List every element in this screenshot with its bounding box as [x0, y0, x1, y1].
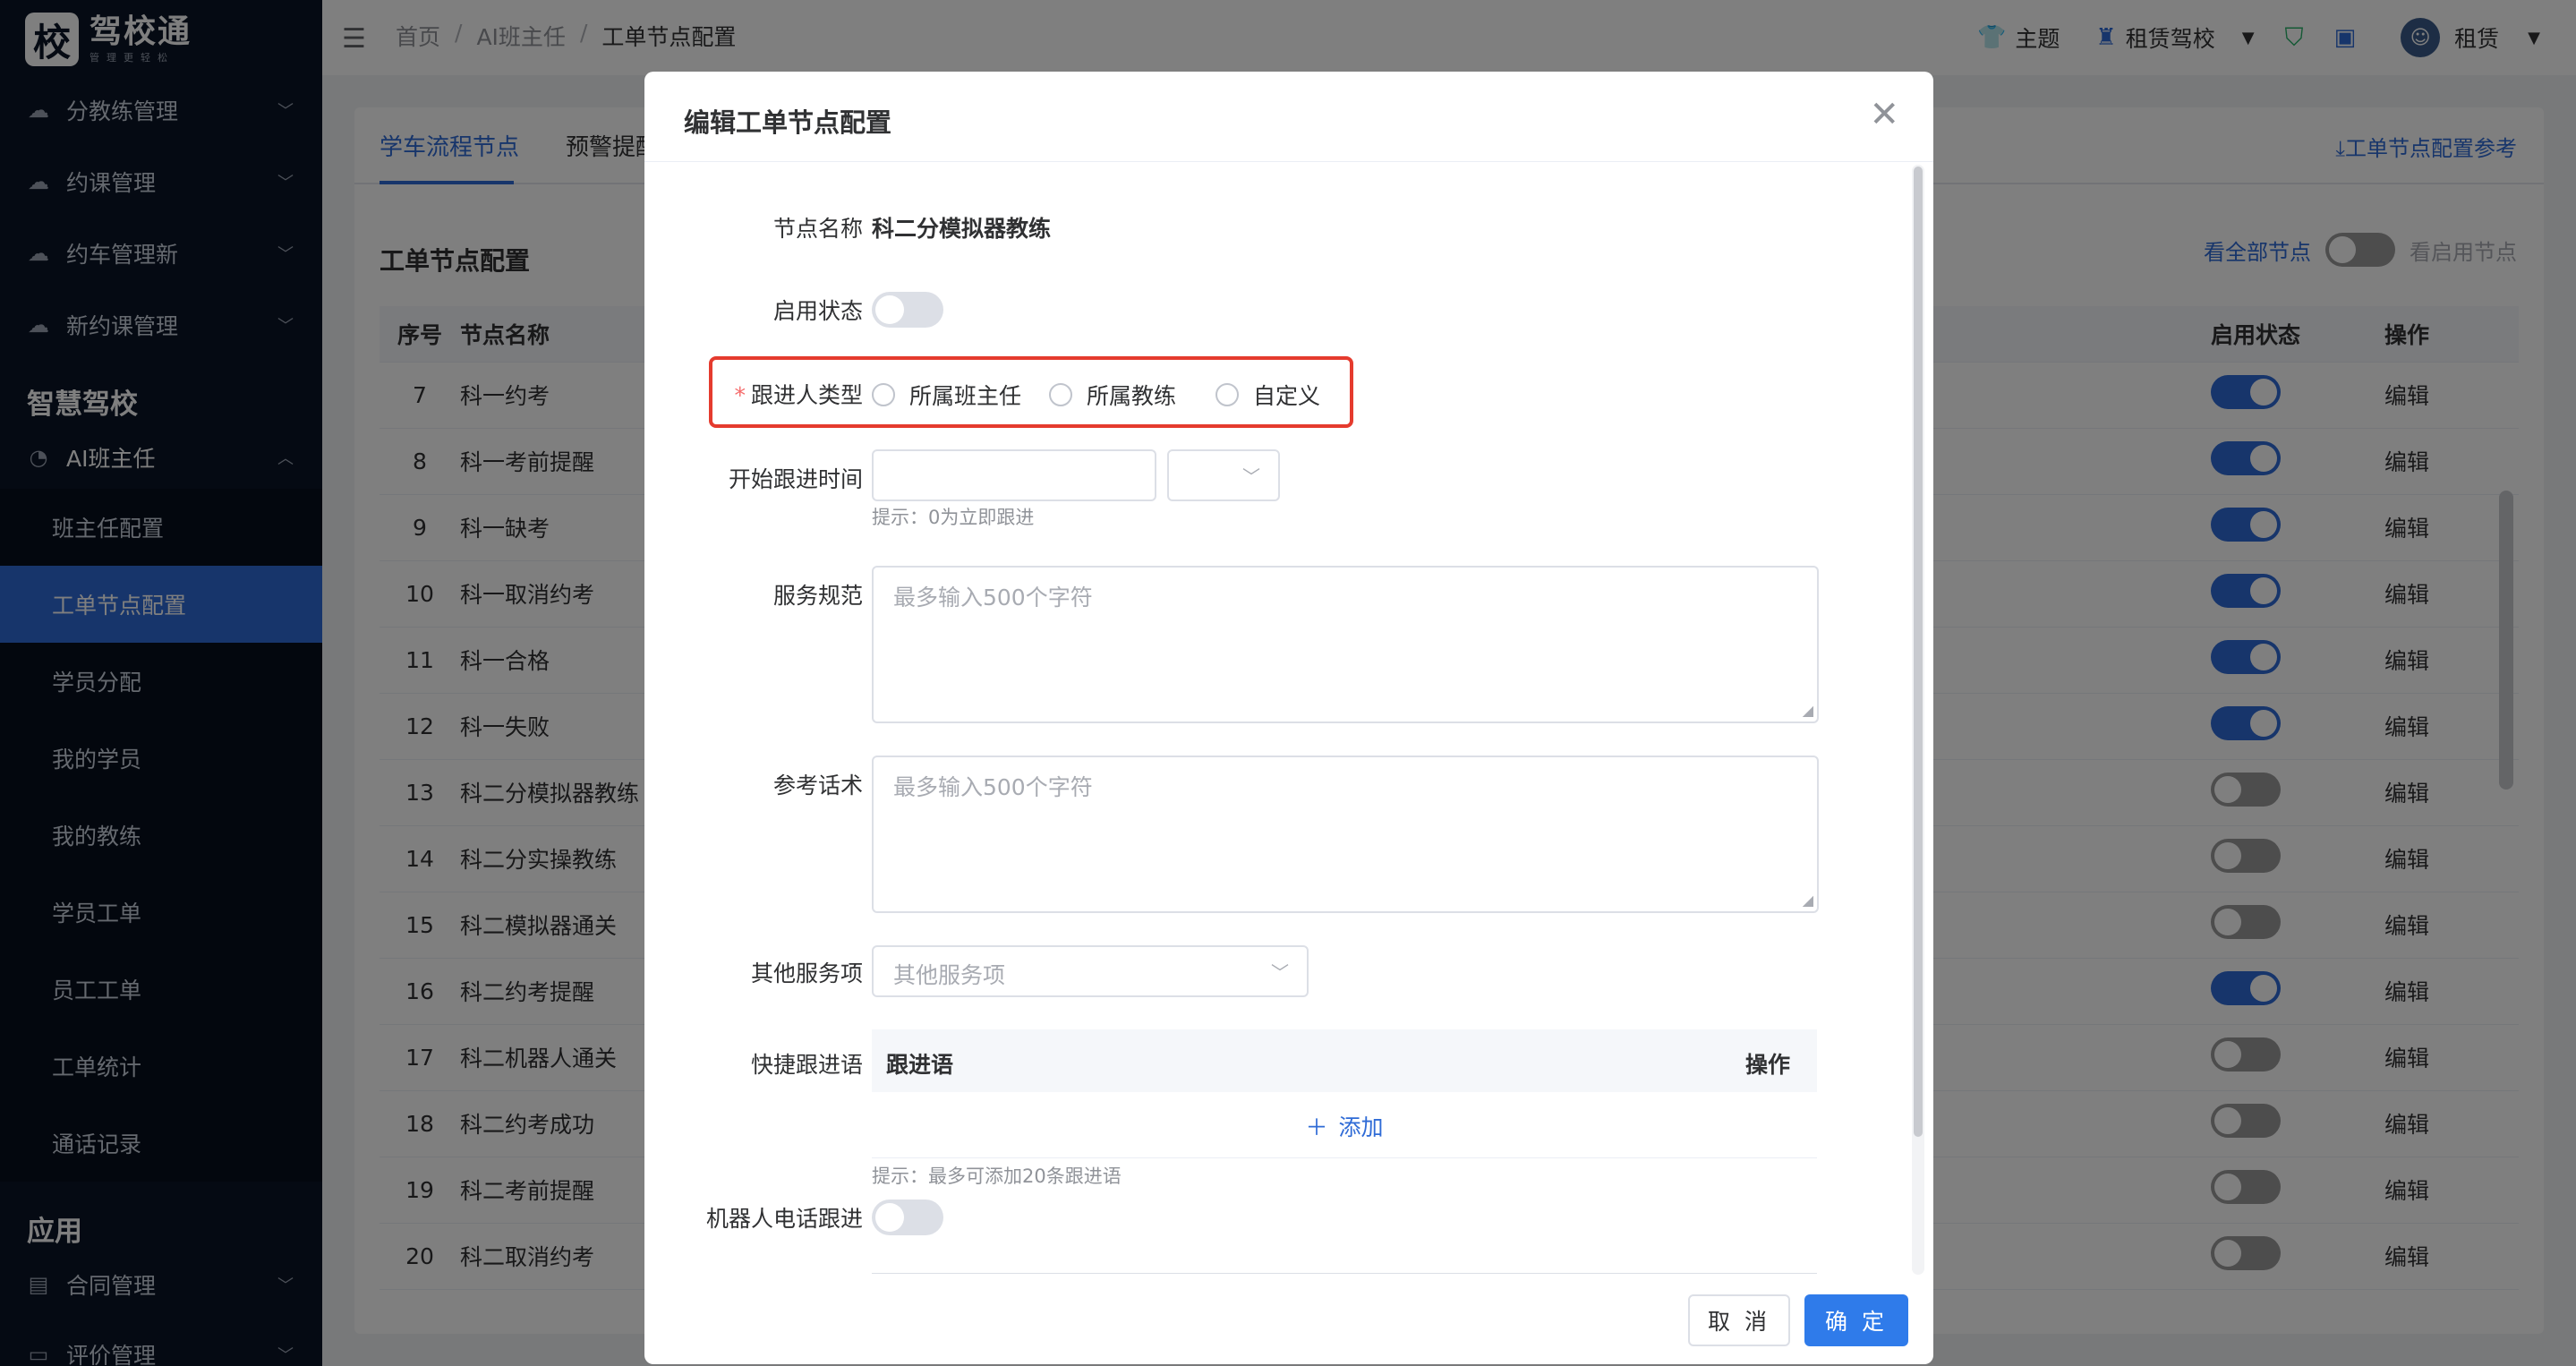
quick-phrase-hint: 提示：最多可添加20条跟进语: [872, 1165, 1122, 1187]
cancel-button[interactable]: 取 消: [1688, 1294, 1790, 1346]
ref-script-label: 参考话术: [772, 773, 863, 798]
start-time-label: 开始跟进时间: [728, 466, 863, 492]
robot-call-label: 机器人电话跟进: [705, 1206, 863, 1232]
node-name-value: 科二分模拟器教练: [872, 216, 1052, 242]
resize-handle-icon[interactable]: ◢: [1803, 893, 1813, 908]
other-service-select[interactable]: 其他服务项 ﹀: [872, 945, 1309, 997]
radio-coach[interactable]: 所属教练: [1049, 379, 1176, 411]
chevron-down-icon: ﹀: [1242, 465, 1260, 488]
quick-phrase-table-body: ＋添加: [872, 1092, 1817, 1158]
start-time-unit-select[interactable]: ﹀: [1167, 449, 1280, 501]
dialog-scrollbar[interactable]: [1914, 166, 1923, 1137]
radio-custom[interactable]: 自定义: [1215, 379, 1320, 411]
add-quick-phrase-button[interactable]: ＋添加: [872, 1110, 1817, 1142]
dialog-title: 编辑工单节点配置: [684, 107, 892, 138]
chevron-down-icon: ﹀: [1271, 961, 1289, 984]
confirm-button[interactable]: 确 定: [1804, 1294, 1908, 1346]
quick-phrase-table-header: 跟进语 操作: [872, 1029, 1817, 1092]
service-spec-textarea[interactable]: 最多输入500个字符 ◢: [872, 566, 1819, 723]
follower-type-label: * 跟进人类型: [734, 382, 863, 408]
close-icon[interactable]: ✕: [1869, 97, 1899, 132]
radio-headteacher[interactable]: 所属班主任: [872, 379, 1021, 411]
service-spec-label: 服务规范: [772, 583, 863, 609]
node-name-label: 节点名称: [772, 216, 863, 242]
resize-handle-icon[interactable]: ◢: [1803, 704, 1813, 718]
edit-node-dialog: 编辑工单节点配置 ✕ 节点名称 科二分模拟器教练 启用状态 * 跟进人类型 所属班…: [644, 72, 1933, 1364]
other-service-label: 其他服务项: [750, 960, 863, 986]
plus-icon: ＋: [1305, 1114, 1328, 1140]
ref-script-textarea[interactable]: 最多输入500个字符 ◢: [872, 756, 1819, 913]
start-time-hint: 提示：0为立即跟进: [872, 507, 1035, 528]
enable-switch[interactable]: [872, 292, 943, 328]
start-time-input[interactable]: [872, 449, 1156, 501]
robot-call-switch[interactable]: [872, 1200, 943, 1235]
enable-label: 启用状态: [772, 298, 863, 324]
quick-phrase-label: 快捷跟进语: [750, 1052, 863, 1078]
